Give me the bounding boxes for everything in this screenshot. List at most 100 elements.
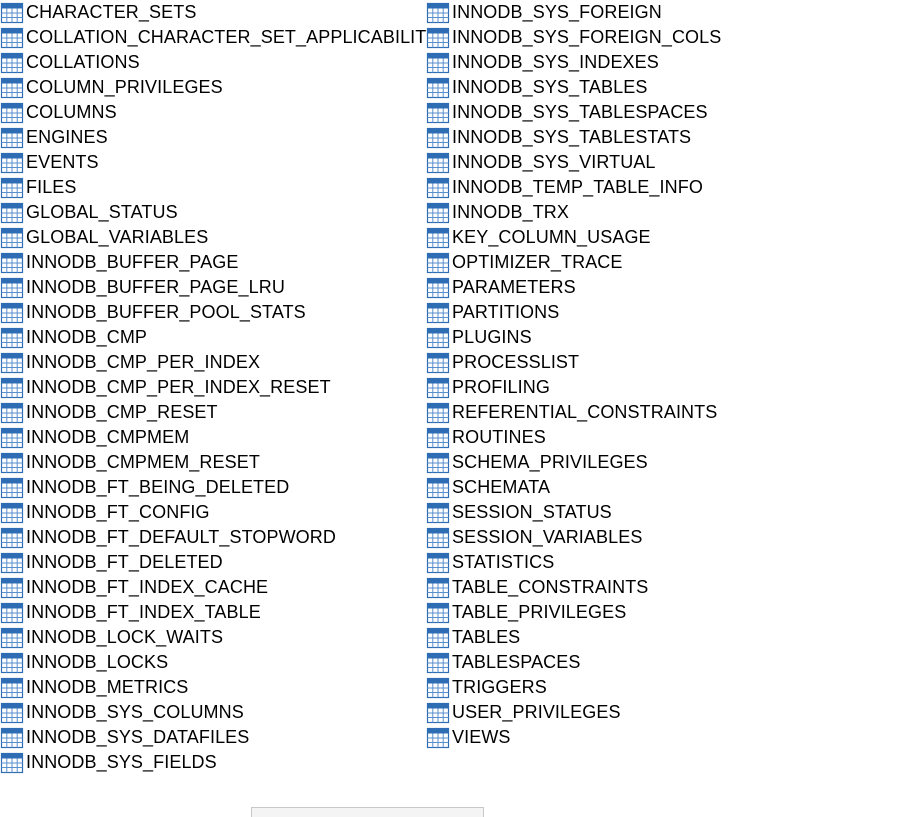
table-item[interactable]: INNODB_CMPMEM_RESET: [0, 450, 425, 475]
table-item[interactable]: INNODB_METRICS: [0, 675, 425, 700]
table-item[interactable]: INNODB_SYS_TABLESPACES: [426, 100, 906, 125]
table-name: INNODB_BUFFER_PAGE_LRU: [26, 277, 285, 297]
table-item[interactable]: INNODB_SYS_TABLESTATS: [426, 125, 906, 150]
table-item[interactable]: INNODB_LOCKS: [0, 650, 425, 675]
table-item[interactable]: INNODB_FT_INDEX_CACHE: [0, 575, 425, 600]
table-icon: [426, 702, 450, 723]
table-name: INNODB_TRX: [452, 202, 570, 222]
table-item[interactable]: PARAMETERS: [426, 275, 906, 300]
table-icon: [0, 277, 24, 298]
table-item[interactable]: TABLE_PRIVILEGES: [426, 600, 906, 625]
table-item[interactable]: INNODB_BUFFER_PAGE_LRU: [0, 275, 425, 300]
table-name: KEY_COLUMN_USAGE: [452, 227, 651, 247]
table-item[interactable]: TRIGGERS: [426, 675, 906, 700]
table-item[interactable]: REFERENTIAL_CONSTRAINTS: [426, 400, 906, 425]
table-item[interactable]: ENGINES: [0, 125, 425, 150]
table-item[interactable]: INNODB_FT_DEFAULT_STOPWORD: [0, 525, 425, 550]
table-name: INNODB_CMPMEM_RESET: [26, 452, 260, 472]
table-item[interactable]: INNODB_BUFFER_POOL_STATS: [0, 300, 425, 325]
table-item[interactable]: COLUMN_PRIVILEGES: [0, 75, 425, 100]
table-item[interactable]: INNODB_CMPMEM: [0, 425, 425, 450]
horizontal-scrollbar[interactable]: [251, 807, 484, 817]
table-item[interactable]: CHARACTER_SETS: [0, 0, 425, 25]
table-icon: [0, 427, 24, 448]
table-name: INNODB_SYS_COLUMNS: [26, 702, 244, 722]
table-name: TABLE_CONSTRAINTS: [452, 577, 649, 597]
table-item[interactable]: SESSION_STATUS: [426, 500, 906, 525]
table-item[interactable]: PROCESSLIST: [426, 350, 906, 375]
table-item[interactable]: INNODB_TEMP_TABLE_INFO: [426, 175, 906, 200]
table-icon: [426, 577, 450, 598]
table-name: INNODB_SYS_INDEXES: [452, 52, 659, 72]
table-item[interactable]: INNODB_SYS_INDEXES: [426, 50, 906, 75]
table-item[interactable]: PLUGINS: [426, 325, 906, 350]
table-icon: [0, 102, 24, 123]
table-item[interactable]: INNODB_SYS_FOREIGN_COLS: [426, 25, 906, 50]
table-item[interactable]: TABLE_CONSTRAINTS: [426, 575, 906, 600]
table-item[interactable]: INNODB_CMP_RESET: [0, 400, 425, 425]
table-item[interactable]: EVENTS: [0, 150, 425, 175]
table-icon: [0, 727, 24, 748]
table-item[interactable]: INNODB_TRX: [426, 200, 906, 225]
table-item[interactable]: STATISTICS: [426, 550, 906, 575]
table-item[interactable]: COLLATION_CHARACTER_SET_APPLICABILITY: [0, 25, 438, 50]
table-name: VIEWS: [452, 727, 511, 747]
table-item[interactable]: INNODB_SYS_FIELDS: [0, 750, 425, 775]
table-name: INNODB_CMP: [26, 327, 148, 347]
table-item[interactable]: TABLES: [426, 625, 906, 650]
table-item[interactable]: VIEWS: [426, 725, 906, 750]
table-icon: [426, 652, 450, 673]
table-icon: [0, 27, 24, 48]
table-item[interactable]: SCHEMATA: [426, 475, 906, 500]
table-item[interactable]: INNODB_FT_BEING_DELETED: [0, 475, 425, 500]
table-icon: [0, 352, 24, 373]
table-item[interactable]: INNODB_LOCK_WAITS: [0, 625, 425, 650]
table-item[interactable]: OPTIMIZER_TRACE: [426, 250, 906, 275]
table-name: INNODB_FT_INDEX_CACHE: [26, 577, 269, 597]
table-item[interactable]: INNODB_FT_INDEX_TABLE: [0, 600, 425, 625]
table-item[interactable]: SCHEMA_PRIVILEGES: [426, 450, 906, 475]
table-icon: [426, 27, 450, 48]
table-icon: [426, 552, 450, 573]
table-name: INNODB_METRICS: [26, 677, 189, 697]
table-item[interactable]: PARTITIONS: [426, 300, 906, 325]
table-icon: [426, 327, 450, 348]
table-name: REFERENTIAL_CONSTRAINTS: [452, 402, 718, 422]
table-name: INNODB_FT_CONFIG: [26, 502, 210, 522]
table-icon: [0, 527, 24, 548]
table-item[interactable]: FILES: [0, 175, 425, 200]
table-item[interactable]: GLOBAL_VARIABLES: [0, 225, 425, 250]
table-item[interactable]: INNODB_CMP: [0, 325, 425, 350]
table-name: INNODB_SYS_VIRTUAL: [452, 152, 656, 172]
table-item[interactable]: INNODB_CMP_PER_INDEX_RESET: [0, 375, 425, 400]
table-item[interactable]: ROUTINES: [426, 425, 906, 450]
table-item[interactable]: INNODB_SYS_DATAFILES: [0, 725, 425, 750]
table-item[interactable]: KEY_COLUMN_USAGE: [426, 225, 906, 250]
table-icon: [0, 252, 24, 273]
table-item[interactable]: USER_PRIVILEGES: [426, 700, 906, 725]
table-item[interactable]: INNODB_BUFFER_PAGE: [0, 250, 425, 275]
table-item[interactable]: COLUMNS: [0, 100, 425, 125]
table-item[interactable]: INNODB_SYS_FOREIGN: [426, 0, 906, 25]
table-icon: [426, 477, 450, 498]
table-icon: [0, 477, 24, 498]
table-name: TABLESPACES: [452, 652, 581, 672]
table-name: PROFILING: [452, 377, 550, 397]
table-icon: [426, 277, 450, 298]
table-item[interactable]: INNODB_FT_CONFIG: [0, 500, 425, 525]
table-icon: [0, 302, 24, 323]
table-icon: [426, 602, 450, 623]
table-icon: [426, 227, 450, 248]
table-item[interactable]: INNODB_CMP_PER_INDEX: [0, 350, 425, 375]
table-item[interactable]: INNODB_SYS_VIRTUAL: [426, 150, 906, 175]
table-item[interactable]: PROFILING: [426, 375, 906, 400]
table-item[interactable]: TABLESPACES: [426, 650, 906, 675]
table-column-left: CHARACTER_SETS COLLATION_CHARACTER_SET_AP…: [0, 0, 438, 775]
table-item[interactable]: INNODB_SYS_COLUMNS: [0, 700, 425, 725]
table-item[interactable]: COLLATIONS: [0, 50, 425, 75]
table-item[interactable]: INNODB_FT_DELETED: [0, 550, 425, 575]
table-item[interactable]: INNODB_SYS_TABLES: [426, 75, 906, 100]
table-item[interactable]: SESSION_VARIABLES: [426, 525, 906, 550]
table-item[interactable]: GLOBAL_STATUS: [0, 200, 425, 225]
table-name: INNODB_CMP_PER_INDEX: [26, 352, 261, 372]
